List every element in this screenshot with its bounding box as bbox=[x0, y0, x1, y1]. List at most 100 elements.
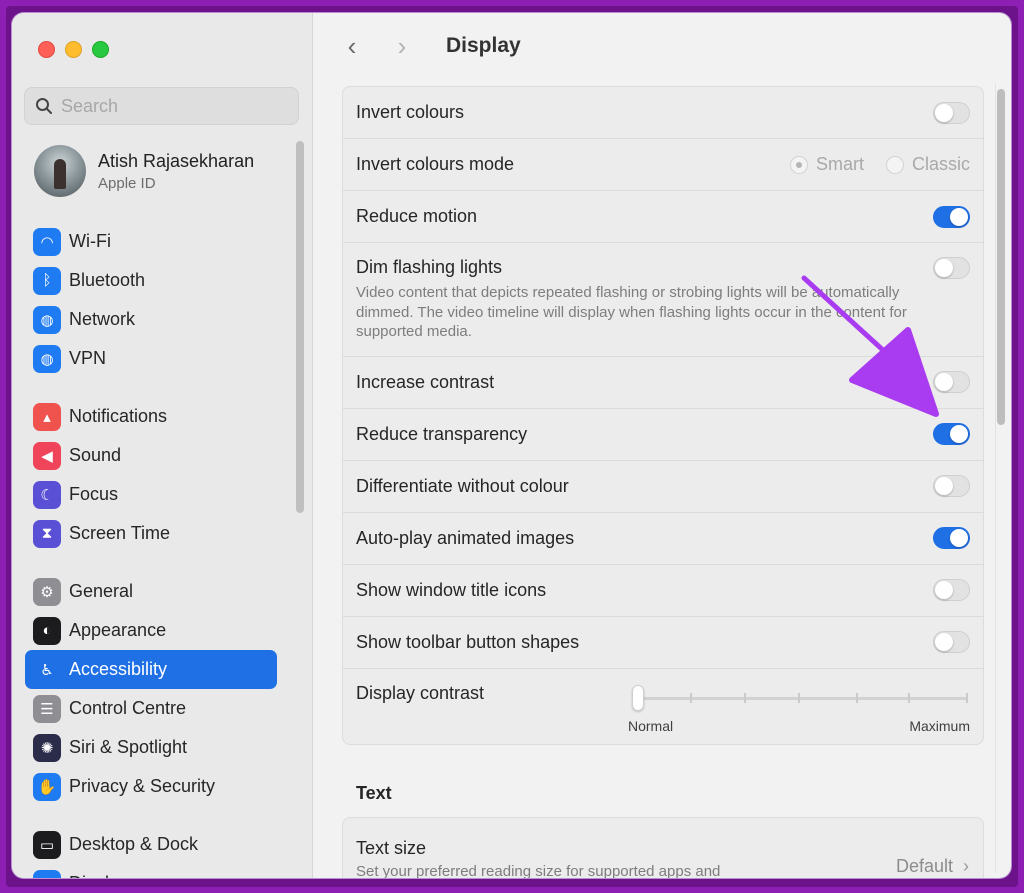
appearance-icon: ◐ bbox=[33, 616, 61, 645]
show-window-title-icons-label: Show window title icons bbox=[356, 579, 547, 600]
sidebar-item-siri-spotlight[interactable]: ✺ Siri & Spotlight bbox=[25, 728, 277, 767]
slider-min-label: Normal bbox=[628, 717, 674, 734]
close-window-button[interactable] bbox=[38, 41, 55, 58]
siri-icon: ✺ bbox=[33, 733, 61, 762]
sidebar-item-vpn[interactable]: ◍ VPN bbox=[25, 339, 277, 378]
slider-tick bbox=[908, 692, 910, 703]
sidebar-item-notifications[interactable]: ▴ Notifications bbox=[25, 397, 277, 436]
display-contrast-row: Display contrast Normal Maximum bbox=[343, 669, 983, 744]
invert-colours-row: Invert colours bbox=[343, 87, 983, 139]
sidebar-item-label: Bluetooth bbox=[69, 270, 146, 290]
hourglass-icon: ⧗ bbox=[33, 519, 61, 548]
sidebar-item-label: Focus bbox=[69, 484, 119, 504]
dim-flashing-lights-toggle[interactable] bbox=[933, 257, 970, 279]
slider-tick bbox=[856, 692, 858, 703]
sidebar-item-label: Accessibility bbox=[69, 659, 168, 679]
search-icon bbox=[36, 98, 52, 114]
slider-track[interactable] bbox=[632, 696, 968, 700]
reduce-transparency-toggle[interactable] bbox=[933, 423, 970, 445]
radio-smart[interactable]: Smart bbox=[789, 154, 864, 175]
sidebar-item-accessibility[interactable]: ♿ Accessibility bbox=[25, 650, 277, 689]
radio-smart-dot[interactable] bbox=[789, 155, 808, 174]
text-size-button[interactable]: Default › bbox=[896, 856, 969, 877]
invert-colours-mode-row: Invert colours mode Smart Classic bbox=[343, 139, 983, 191]
sidebar-item-label: Displays bbox=[69, 873, 137, 878]
reduce-transparency-row: Reduce transparency bbox=[343, 409, 983, 461]
sidebar-item-desktop-dock[interactable]: ▭ Desktop & Dock bbox=[25, 825, 277, 864]
radio-classic[interactable]: Classic bbox=[885, 154, 970, 175]
zoom-window-button[interactable] bbox=[92, 41, 109, 58]
text-size-description: Set your preferred reading size for supp… bbox=[356, 863, 721, 878]
display-icon: ✹ bbox=[33, 869, 61, 878]
dim-flashing-lights-label: Dim flashing lights bbox=[356, 257, 503, 277]
show-toolbar-button-shapes-toggle[interactable] bbox=[933, 631, 970, 653]
sidebar-item-wi-fi[interactable]: ◠ Wi-Fi bbox=[25, 222, 277, 261]
sidebar-item-label: Control Centre bbox=[69, 698, 187, 718]
reduce-motion-row: Reduce motion bbox=[343, 191, 983, 243]
text-size-value: Default bbox=[895, 856, 953, 876]
reduce-motion-label: Reduce motion bbox=[356, 206, 478, 226]
reduce-motion-toggle[interactable] bbox=[933, 205, 970, 228]
sidebar-scrollbar[interactable] bbox=[296, 141, 304, 513]
invert-colours-toggle[interactable] bbox=[933, 101, 970, 124]
sidebar-item-label: Screen Time bbox=[69, 523, 171, 543]
auto-play-animated-images-label: Auto-play animated images bbox=[356, 527, 575, 548]
invert-colours-mode-label: Invert colours mode bbox=[356, 154, 515, 174]
sidebar-item-sound[interactable]: ◀ Sound bbox=[25, 436, 277, 475]
main-pane: ‹ › Display Invert colours Invert colour… bbox=[314, 13, 1011, 878]
forward-button[interactable]: › bbox=[392, 33, 412, 59]
speaker-icon: ◀ bbox=[33, 441, 61, 470]
sidebar-item-privacy-security[interactable]: ✋ Privacy & Security bbox=[25, 767, 277, 806]
auto-play-animated-images-row: Auto-play animated images bbox=[343, 513, 983, 565]
sidebar-item-control-centre[interactable]: ☰ Control Centre bbox=[25, 689, 277, 728]
display-contrast-slider[interactable]: Normal Maximum bbox=[628, 684, 970, 735]
search-input[interactable] bbox=[61, 95, 281, 117]
search-field[interactable] bbox=[24, 87, 299, 125]
sidebar-item-label: Notifications bbox=[69, 406, 168, 426]
radio-classic-dot[interactable] bbox=[885, 155, 904, 174]
dim-flashing-lights-description: Video content that depicts repeated flas… bbox=[356, 284, 907, 340]
sidebar-item-label: Wi-Fi bbox=[69, 231, 111, 251]
display-contrast-label: Display contrast bbox=[356, 682, 485, 703]
moon-icon: ☾ bbox=[33, 480, 61, 509]
dim-flashing-lights-row: Dim flashing lights Video content that d… bbox=[343, 243, 983, 357]
sidebar-item-general[interactable]: ⚙ General bbox=[25, 572, 277, 611]
toolbar: ‹ › Display bbox=[342, 33, 521, 59]
invert-colours-label: Invert colours bbox=[356, 102, 465, 122]
display-settings-group: Invert colours Invert colours mode Smart… bbox=[342, 86, 984, 745]
apple-id-profile[interactable]: Atish Rajasekharan Apple ID bbox=[34, 145, 254, 197]
sidebar-item-bluetooth[interactable]: ᛒ Bluetooth bbox=[25, 261, 277, 300]
slider-knob[interactable] bbox=[632, 684, 644, 711]
main-scrollbar[interactable] bbox=[997, 89, 1005, 425]
show-toolbar-button-shapes-label: Show toolbar button shapes bbox=[356, 631, 580, 652]
differentiate-without-colour-toggle[interactable] bbox=[933, 475, 970, 497]
show-window-title-icons-toggle[interactable] bbox=[933, 579, 970, 601]
sidebar-item-appearance[interactable]: ◐ Appearance bbox=[25, 611, 277, 650]
avatar bbox=[34, 145, 86, 197]
dock-icon: ▭ bbox=[33, 830, 61, 859]
minimize-window-button[interactable] bbox=[65, 41, 82, 58]
sidebar-item-displays[interactable]: ✹ Displays bbox=[25, 864, 277, 878]
show-window-title-icons-row: Show window title icons bbox=[343, 565, 983, 617]
text-settings-group: Text size Set your preferred reading siz… bbox=[342, 817, 984, 878]
sidebar-item-screen-time[interactable]: ⧗ Screen Time bbox=[25, 514, 277, 553]
sidebar-item-label: General bbox=[69, 581, 134, 601]
sidebar-item-label: Siri & Spotlight bbox=[69, 737, 188, 757]
settings-window: Atish Rajasekharan Apple ID ◠ Wi-Fi ᛒ Bluet… bbox=[12, 13, 1011, 878]
auto-play-animated-images-toggle[interactable] bbox=[933, 527, 970, 549]
reduce-transparency-label: Reduce transparency bbox=[356, 423, 528, 444]
differentiate-without-colour-label: Differentiate without colour bbox=[356, 475, 569, 496]
increase-contrast-toggle[interactable] bbox=[933, 371, 970, 393]
back-button[interactable]: ‹ bbox=[342, 33, 362, 59]
hand-icon: ✋ bbox=[33, 772, 61, 801]
increase-contrast-label: Increase contrast bbox=[356, 371, 495, 392]
sidebar-item-network[interactable]: ◍ Network bbox=[25, 300, 277, 339]
sidebar-item-focus[interactable]: ☾ Focus bbox=[25, 475, 277, 514]
text-section-title: Text bbox=[356, 783, 392, 803]
radio-smart-label: Smart bbox=[815, 154, 864, 174]
invert-mode-radio-group: Smart Classic bbox=[789, 154, 970, 175]
chevron-right-icon: › bbox=[963, 856, 969, 876]
vpn-globe-icon: ◍ bbox=[33, 344, 61, 373]
sidebar-item-label: Sound bbox=[69, 445, 122, 465]
globe-icon: ◍ bbox=[33, 305, 61, 334]
